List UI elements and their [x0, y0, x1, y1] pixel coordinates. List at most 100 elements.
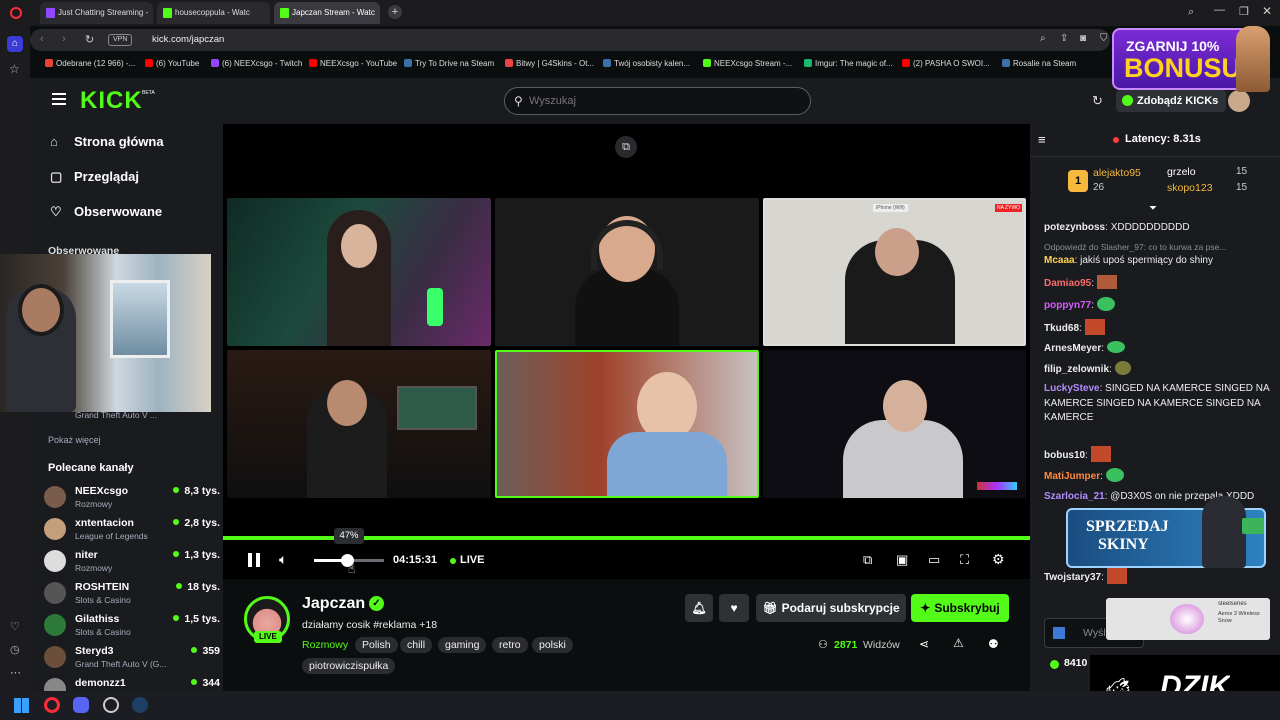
- more-icon[interactable]: ⋯: [10, 666, 21, 679]
- steam-taskbar-icon[interactable]: [132, 697, 148, 713]
- recommended-channel[interactable]: Gilathiss Slots & Casino 1,5 tys.: [44, 613, 220, 643]
- search-tabs-icon[interactable]: ⌕: [1188, 6, 1194, 19]
- category-link[interactable]: Rozmowy: [302, 639, 348, 651]
- search-input[interactable]: [529, 93, 799, 109]
- tag[interactable]: gaming: [438, 637, 487, 653]
- fullscreen-icon[interactable]: ⛶: [960, 552, 969, 568]
- bookmark-rosalie[interactable]: Rosalie na Steam: [1002, 59, 1076, 68]
- chat-username[interactable]: Tkud68: [1044, 323, 1079, 334]
- chat-username[interactable]: filip_zelownik: [1044, 364, 1109, 375]
- tag[interactable]: polski: [532, 637, 573, 653]
- browser-tab-2[interactable]: housecoppula - Watc: [157, 2, 270, 24]
- bookmark-youtube[interactable]: (6) YouTube: [145, 59, 199, 68]
- report-icon[interactable]: ⚠: [953, 636, 964, 650]
- vpn-badge[interactable]: VPN: [108, 34, 133, 46]
- gift-sub-button[interactable]: 🎁︎ Podaruj subskrypcje: [756, 594, 906, 622]
- bookmark-kick[interactable]: NEEXcsgo Stream -...: [703, 59, 792, 68]
- subscribe-button[interactable]: ✦ Subskrybuj: [911, 594, 1009, 622]
- user-options-icon[interactable]: ⚉: [988, 637, 999, 651]
- address-bar[interactable]: ‹ › ↻ VPN kick.com/japczan ⌕ ⇪ ◙ ⛉: [30, 29, 1110, 51]
- tag[interactable]: chill: [400, 637, 433, 653]
- live-label[interactable]: LIVE: [460, 554, 484, 566]
- refresh-icon[interactable]: ↻: [1092, 93, 1103, 109]
- show-more-link[interactable]: Pokaż więcej: [48, 435, 101, 445]
- collapse-chat-icon[interactable]: ≡: [1038, 132, 1046, 147]
- chat-username[interactable]: potezynboss: [1044, 222, 1105, 233]
- bookmark-g4skins[interactable]: Bitwy | G4Skins - Ot...: [505, 59, 594, 68]
- pause-button[interactable]: [248, 553, 260, 567]
- bookmark-steam[interactable]: Try To Drive na Steam: [404, 59, 494, 68]
- maximize-icon[interactable]: ❐: [1239, 5, 1249, 18]
- chat-username[interactable]: MatiJumper: [1044, 471, 1100, 482]
- pip-icon[interactable]: ⧉: [615, 136, 637, 158]
- zoom-icon[interactable]: ⌕: [1040, 33, 1046, 44]
- nav-browse[interactable]: ▢ Przeglądaj: [50, 169, 139, 185]
- chat-username[interactable]: bobus10: [1044, 450, 1085, 461]
- bookmark-gmail[interactable]: Odebrane (12 966) -...: [45, 59, 135, 68]
- recommended-channel[interactable]: xntentacion League of Legends 2,8 tys.: [44, 517, 220, 547]
- recommended-channel[interactable]: NEEXcsgo Rozmowy 8,3 tys.: [44, 485, 220, 515]
- heart-icon[interactable]: ♡: [10, 620, 20, 633]
- close-icon[interactable]: ✕: [1262, 4, 1272, 18]
- bookmark-calendar[interactable]: Twój osobisty kalen...: [603, 59, 690, 68]
- bookmark-youtube-neex[interactable]: NEEXcsgo - YouTube: [309, 59, 397, 68]
- windows-start-icon[interactable]: [14, 698, 29, 713]
- tag[interactable]: retro: [492, 637, 528, 653]
- chat-username[interactable]: Twojstary37: [1044, 572, 1101, 583]
- chat-username[interactable]: Szarlocia_21: [1044, 491, 1105, 502]
- bonus-ad-banner[interactable]: ZGARNIJ 10% BONUSU: [1112, 28, 1252, 90]
- chevron-down-icon[interactable]: ⏷: [1149, 203, 1157, 214]
- leader-name[interactable]: skopo123: [1167, 182, 1213, 194]
- volume-icon[interactable]: 🔈︎: [279, 551, 287, 568]
- get-kicks-button[interactable]: Zdobądź KICKs: [1116, 90, 1227, 112]
- reload-icon[interactable]: ↻: [85, 33, 94, 46]
- discord-icon[interactable]: [73, 697, 89, 713]
- home-icon[interactable]: ⌂: [7, 36, 23, 52]
- bookmark-imgur[interactable]: Imgur: The magic of...: [804, 59, 893, 68]
- share-icon[interactable]: ⇪: [1060, 33, 1068, 44]
- browser-tab-3[interactable]: Japczan Stream - Watc: [274, 2, 380, 24]
- kick-logo[interactable]: KICK: [80, 87, 143, 115]
- theater-mode-icon[interactable]: ▭: [928, 552, 940, 568]
- minimize-icon[interactable]: —: [1214, 4, 1225, 16]
- opera-taskbar-icon[interactable]: [44, 697, 60, 713]
- chat-username[interactable]: LuckySteve: [1044, 383, 1100, 394]
- recommended-channel[interactable]: ROSHTEIN Slots & Casino 18 tys.: [44, 581, 220, 611]
- channel-name[interactable]: Japczan: [302, 595, 365, 613]
- leader-name[interactable]: alejakto95: [1093, 167, 1141, 179]
- browser-tab-1[interactable]: Just Chatting Streaming -: [40, 2, 153, 24]
- new-tab-button[interactable]: +: [388, 5, 402, 19]
- chat-username[interactable]: Damiao95: [1044, 278, 1091, 289]
- chat-username[interactable]: ArnesMeyer: [1044, 343, 1101, 354]
- forward-icon[interactable]: ›: [62, 33, 66, 45]
- user-avatar[interactable]: [1228, 90, 1250, 112]
- clock-icon[interactable]: ◷: [10, 643, 20, 656]
- camera-icon[interactable]: ◙: [1080, 33, 1086, 44]
- settings-icon[interactable]: ⚙: [992, 551, 1005, 568]
- url-text[interactable]: kick.com/japczan: [152, 34, 224, 45]
- tag[interactable]: piotrowiczispułka: [302, 658, 396, 674]
- share-icon[interactable]: ⋖: [919, 637, 929, 651]
- chat-username[interactable]: Mcaaa: [1044, 255, 1075, 266]
- back-icon[interactable]: ‹: [40, 33, 44, 45]
- chat-username[interactable]: poppyn77: [1044, 300, 1091, 311]
- recommended-channel[interactable]: Steryd3 Grand Theft Auto V (G... 359: [44, 645, 220, 675]
- nav-home[interactable]: ⌂ Strona główna: [50, 134, 164, 149]
- video-player[interactable]: ⧉ iPhone (Wifi) NA ŻYWO 🔈︎ 47% 04:15:31 L…: [223, 124, 1030, 579]
- recommended-channel[interactable]: niter Rozmowy 1,3 tys.: [44, 549, 220, 579]
- search-box[interactable]: ⚲: [504, 87, 811, 115]
- opera-icon[interactable]: [10, 7, 22, 19]
- menu-icon[interactable]: [52, 93, 66, 105]
- tag[interactable]: Polish: [355, 637, 398, 653]
- leader-name[interactable]: grzelo: [1167, 166, 1196, 178]
- miniplayer-icon[interactable]: ⧉: [863, 552, 872, 568]
- star-icon[interactable]: ☆: [9, 62, 20, 76]
- follow-button[interactable]: ♥: [719, 594, 749, 622]
- notification-bell-button[interactable]: 🔔︎: [685, 594, 713, 622]
- bookmark-twitch[interactable]: (6) NEEXcsgo - Twitch: [211, 59, 302, 68]
- bookmark-pasha[interactable]: (2) PASHA O SWOI...: [902, 59, 990, 68]
- clip-icon[interactable]: ▣: [896, 552, 908, 568]
- nav-following[interactable]: ♡ Obserwowane: [50, 204, 162, 220]
- app-icon[interactable]: [103, 697, 119, 713]
- shield-icon[interactable]: ⛉: [1100, 33, 1108, 44]
